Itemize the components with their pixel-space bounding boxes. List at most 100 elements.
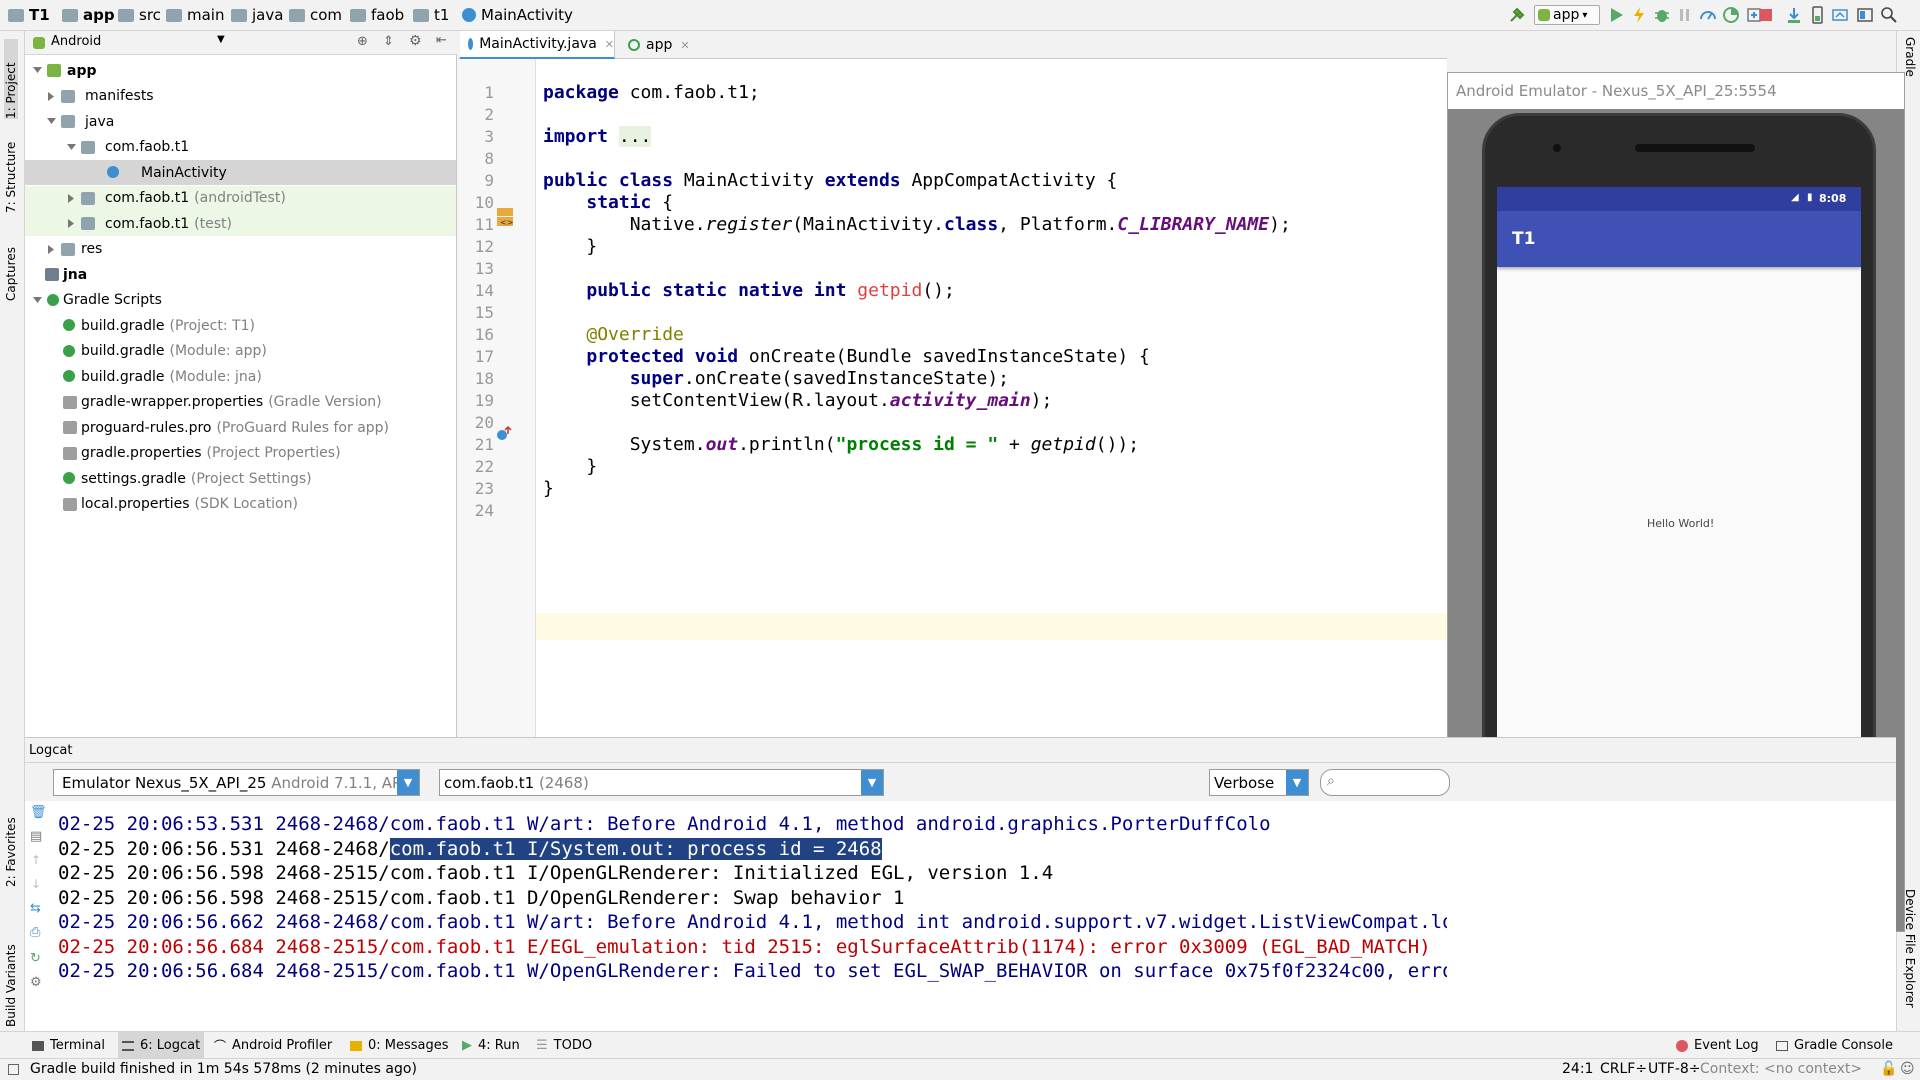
tree-item[interactable]: settings.gradle (Project Settings) bbox=[25, 466, 456, 491]
code-editor[interactable]: 1 2 3 8 9 10 11 12 13 14 15 16 17 18 19 20 21 22 23 24 <> p… bbox=[458, 59, 1447, 737]
expand-arrow-icon[interactable] bbox=[47, 117, 56, 126]
close-icon[interactable]: ✕ bbox=[680, 39, 689, 52]
tab-messages[interactable]: 0: Messages bbox=[350, 1032, 449, 1059]
close-icon[interactable]: ✕ bbox=[605, 38, 614, 51]
collapse-icon[interactable]: ⇕ bbox=[383, 34, 394, 49]
tab-android-profiler[interactable]: ⌒ Android Profiler bbox=[214, 1032, 332, 1059]
tree-item[interactable]: proguard-rules.pro (ProGuard Rules for ap… bbox=[25, 415, 456, 440]
settings-icon[interactable]: ⚙ bbox=[30, 975, 42, 990]
file-encoding[interactable]: UTF-8÷ bbox=[1648, 1061, 1701, 1077]
stop-icon[interactable] bbox=[1757, 6, 1775, 24]
build-variants-tool-tab[interactable]: Build Variants bbox=[4, 927, 18, 1027]
collapse-arrow-icon[interactable] bbox=[67, 219, 76, 228]
line-number: 8 bbox=[484, 149, 494, 168]
apply-changes-icon[interactable] bbox=[1630, 6, 1648, 24]
collapse-arrow-icon[interactable] bbox=[67, 193, 76, 203]
run-icon[interactable] bbox=[1607, 6, 1625, 24]
up-arrow-icon[interactable]: ↑ bbox=[31, 853, 41, 867]
device-selector[interactable]: Emulator Nexus_5X_API_25 Android 7.1.1, … bbox=[53, 769, 420, 796]
tree-item[interactable]: build.gradle (Project: T1) bbox=[25, 313, 456, 338]
device-file-explorer-tool-tab[interactable]: Device File Explorer bbox=[1903, 889, 1917, 1039]
gear-icon[interactable]: ⚙ bbox=[409, 33, 422, 49]
tree-item[interactable]: Gradle Scripts bbox=[25, 288, 456, 313]
print-icon[interactable]: ⎙ bbox=[30, 925, 40, 940]
hammer-build-icon[interactable] bbox=[1508, 6, 1526, 24]
tab-run[interactable]: ▶ 4: Run bbox=[462, 1032, 520, 1059]
favorites-tool-tab[interactable]: 2: Favorites bbox=[4, 807, 18, 887]
tab-todo[interactable]: ☰ TODO bbox=[536, 1032, 592, 1059]
tab-app[interactable]: app ✕ bbox=[620, 31, 690, 59]
captures-tool-tab[interactable]: Captures bbox=[4, 241, 18, 301]
search-icon[interactable] bbox=[1880, 6, 1898, 24]
tree-item[interactable]: java bbox=[25, 109, 456, 134]
tree-item[interactable]: app bbox=[25, 58, 456, 83]
project-tool-tab[interactable]: 1: Project bbox=[4, 39, 18, 119]
project-view-selector[interactable]: Android bbox=[51, 34, 101, 49]
inspector-icon[interactable]: ☺ bbox=[1900, 1061, 1915, 1077]
debug-icon[interactable] bbox=[1653, 6, 1671, 24]
tree-item[interactable]: res bbox=[25, 237, 456, 262]
breadcrumb-java[interactable]: java bbox=[231, 5, 283, 25]
breadcrumb-app[interactable]: app bbox=[62, 5, 115, 25]
status-message[interactable]: Gradle build finished in 1m 54s 578ms (2… bbox=[30, 1061, 417, 1077]
tab-terminal[interactable]: Terminal bbox=[32, 1032, 105, 1059]
restart-icon[interactable]: ↻ bbox=[30, 951, 41, 966]
expand-arrow-icon[interactable] bbox=[33, 296, 42, 305]
sync-gradle-icon[interactable] bbox=[1785, 6, 1803, 24]
breadcrumb-main[interactable]: main bbox=[166, 5, 224, 25]
tree-item[interactable]: com.faob.t1 (test) bbox=[25, 211, 456, 236]
hide-panel-icon[interactable]: ⇤ bbox=[436, 33, 447, 48]
logcat-search-input[interactable]: ⌕ bbox=[1320, 769, 1450, 796]
lock-icon[interactable]: 🔓 bbox=[1880, 1061, 1897, 1077]
tree-item[interactable]: gradle-wrapper.properties (Gradle Version… bbox=[25, 390, 456, 415]
tab-gradle-console[interactable]: Gradle Console bbox=[1776, 1032, 1893, 1059]
chevron-down-icon[interactable]: ▼ bbox=[217, 34, 225, 45]
tab-mainactivity[interactable]: MainActivity.java ✕ bbox=[460, 31, 615, 59]
coverage-icon[interactable] bbox=[1722, 6, 1740, 24]
expand-arrow-icon[interactable] bbox=[33, 66, 42, 75]
breadcrumb-src[interactable]: src bbox=[118, 5, 161, 25]
override-method-icon[interactable] bbox=[494, 425, 512, 443]
attach-debugger-icon[interactable] bbox=[1676, 6, 1694, 24]
gradle-tool-tab[interactable]: Gradle bbox=[1903, 37, 1917, 97]
tree-item[interactable]: com.faob.t1 (androidTest) bbox=[25, 185, 456, 211]
avd-manager-icon[interactable] bbox=[1808, 6, 1826, 24]
breadcrumb-t1[interactable]: T1 bbox=[8, 5, 50, 25]
tree-item[interactable]: jna bbox=[25, 262, 456, 287]
breadcrumb-faob[interactable]: faob bbox=[350, 5, 404, 25]
project-structure-icon[interactable] bbox=[1856, 6, 1874, 24]
locate-icon[interactable]: ⊕ bbox=[357, 34, 368, 49]
sdk-manager-icon[interactable] bbox=[1831, 6, 1849, 24]
soft-wrap-icon[interactable]: ⇆ bbox=[30, 901, 41, 916]
tree-item[interactable]: com.faob.t1 bbox=[25, 135, 456, 160]
caret-position[interactable]: 24:1 bbox=[1562, 1061, 1593, 1077]
breadcrumb-com[interactable]: com bbox=[289, 5, 342, 25]
tree-item[interactable]: gradle.properties (Project Properties) bbox=[25, 441, 456, 466]
log-level-selector[interactable]: Verbose ▼ bbox=[1209, 769, 1309, 796]
tool-windows-icon[interactable] bbox=[8, 1064, 19, 1075]
collapse-arrow-icon[interactable] bbox=[47, 244, 56, 254]
tree-item[interactable]: build.gradle (Module: jna) bbox=[25, 364, 456, 389]
tree-item[interactable]: MainActivity bbox=[25, 160, 456, 185]
run-configuration-dropdown[interactable]: app ▾ bbox=[1534, 5, 1600, 25]
tab-event-log[interactable]: Event Log bbox=[1676, 1032, 1759, 1059]
structure-tool-tab[interactable]: 7: Structure bbox=[4, 133, 18, 213]
collapse-arrow-icon[interactable] bbox=[47, 91, 56, 101]
context-indicator[interactable]: Context: <no context> bbox=[1700, 1061, 1862, 1077]
implemented-method-icon[interactable]: <> bbox=[494, 206, 516, 228]
profile-icon[interactable] bbox=[1699, 6, 1717, 24]
down-arrow-icon[interactable]: ↓ bbox=[31, 877, 41, 891]
breadcrumb-mainactivity[interactable]: MainActivity bbox=[462, 5, 573, 25]
process-selector[interactable]: com.faob.t1 (2468) ▼ bbox=[439, 769, 884, 796]
phone-screen[interactable]: ◢ ▮ 8:08 T1 Hello World! bbox=[1497, 187, 1861, 827]
expand-arrow-icon[interactable] bbox=[67, 143, 76, 152]
tree-item[interactable]: manifests bbox=[25, 84, 456, 109]
scroll-to-end-icon[interactable]: ▤ bbox=[30, 829, 42, 844]
breadcrumb-t1-package[interactable]: t1 bbox=[413, 5, 449, 25]
line-separator[interactable]: CRLF÷ bbox=[1600, 1061, 1647, 1077]
logcat-output[interactable]: 02-25 20:06:53.531 2468-2468/com.faob.t1… bbox=[49, 801, 1447, 1032]
tree-item[interactable]: build.gradle (Module: app) bbox=[25, 339, 456, 364]
clear-logcat-icon[interactable]: 🗑 bbox=[30, 805, 47, 820]
tree-item[interactable]: local.properties (SDK Location) bbox=[25, 492, 456, 517]
tab-logcat[interactable]: 6: Logcat bbox=[118, 1032, 205, 1059]
